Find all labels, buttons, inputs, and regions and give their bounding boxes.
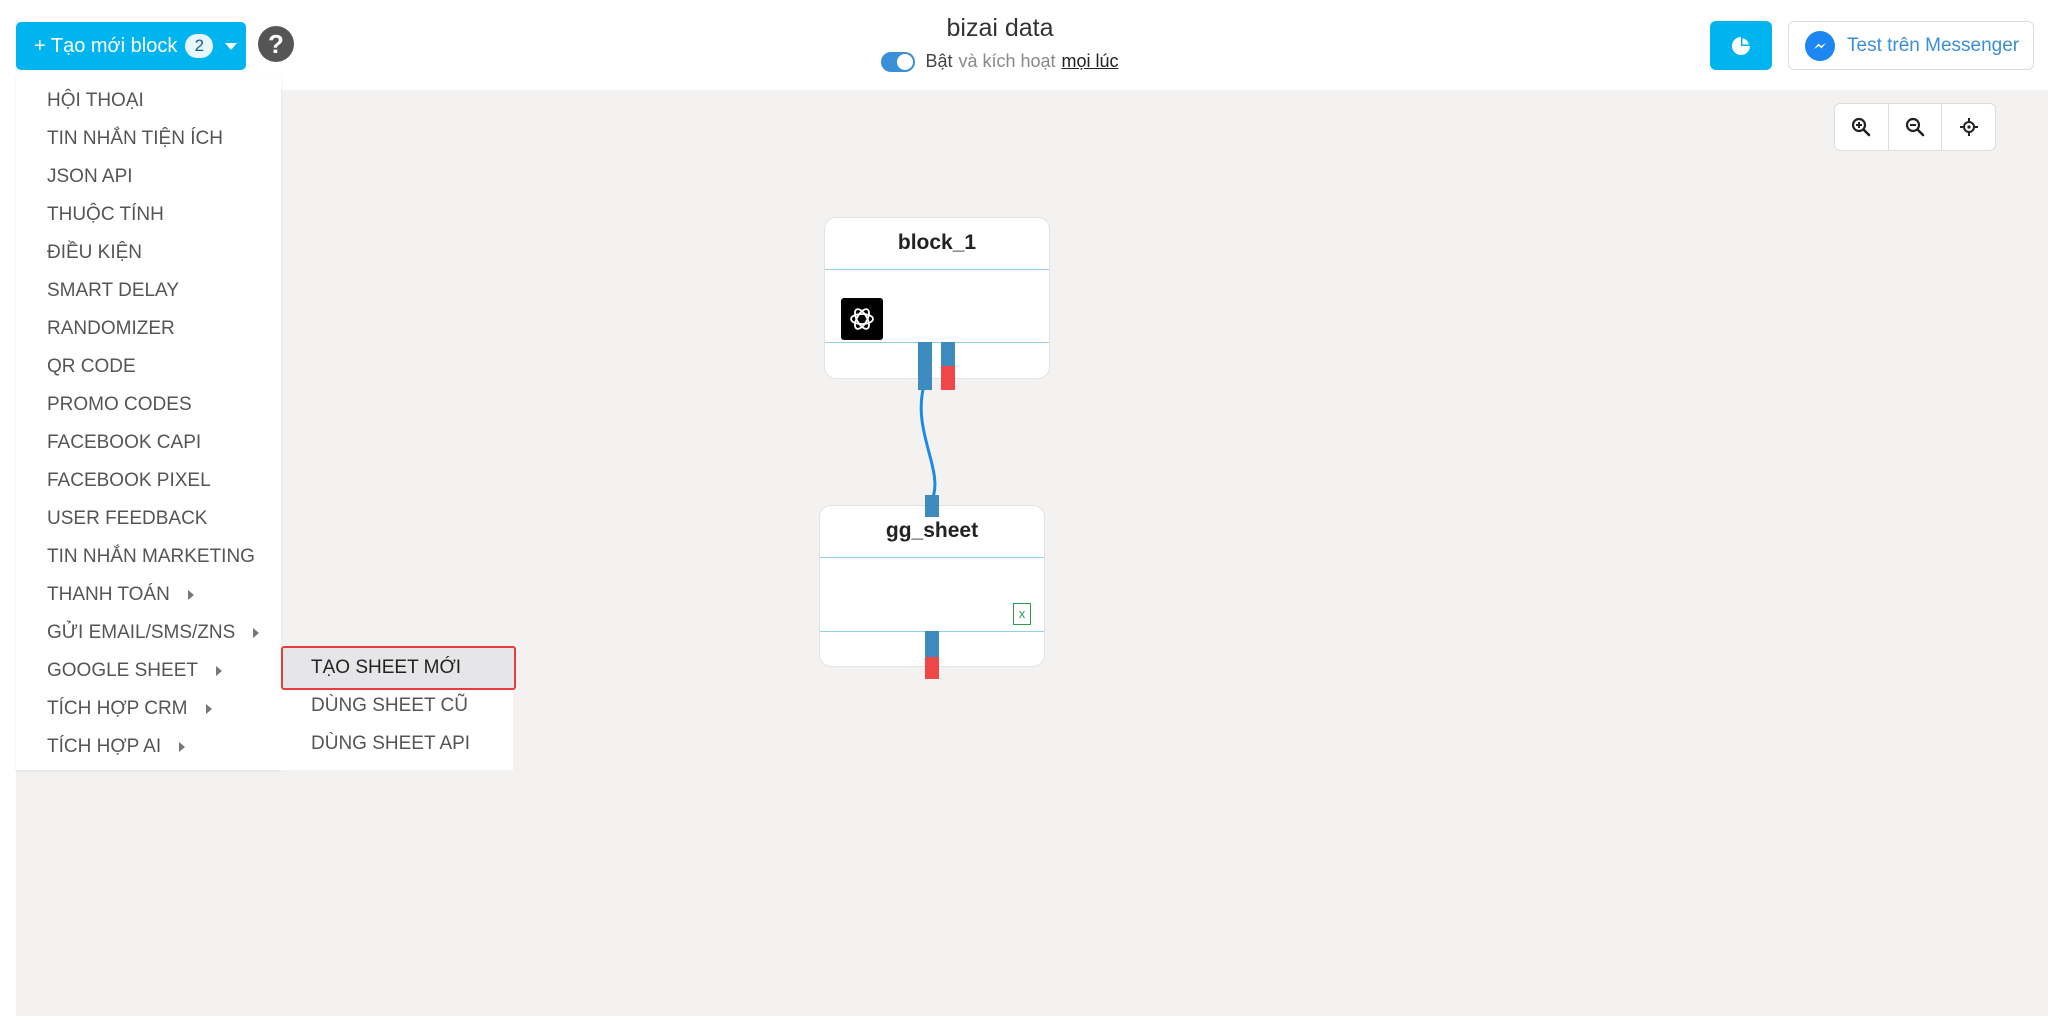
chevron-right-icon (215, 665, 222, 676)
submenu-item-tao-sheet-moi[interactable]: TẠO SHEET MỚI (311, 653, 461, 683)
menu-item-tich-hop-ai[interactable]: TÍCH HỢP AI (47, 732, 186, 762)
crosshair-icon (1959, 118, 1978, 136)
menu-item-tin-nhan-tien-ich[interactable]: TIN NHẮN TIỆN ÍCH (47, 124, 223, 154)
output-port-success[interactable] (918, 342, 932, 390)
schedule-link[interactable]: mọi lúc (1062, 51, 1119, 72)
submenu-item-dung-sheet-api[interactable]: DÙNG SHEET API (311, 729, 470, 759)
menu-item-facebook-pixel[interactable]: FACEBOOK PIXEL (47, 466, 211, 496)
openai-icon (841, 298, 883, 340)
zoom-out-button[interactable] (1889, 104, 1943, 150)
menu-item-hoi-thoai[interactable]: HỘI THOẠI (47, 86, 144, 116)
zoom-in-button[interactable] (1835, 104, 1889, 150)
menu-item-smart-delay[interactable]: SMART DELAY (47, 276, 179, 306)
bot-title-area: bizai data Bật và kích hoạt mọi lúc (800, 14, 1200, 72)
test-messenger-button[interactable]: Test trên Messenger (1788, 21, 2034, 70)
pie-chart-icon (1732, 36, 1750, 55)
menu-item-gui-email[interactable]: GỬI EMAIL/SMS/ZNS (47, 618, 260, 648)
block-count-badge: 2 (185, 34, 214, 58)
chevron-right-icon (187, 589, 194, 600)
menu-item-qr-code[interactable]: QR CODE (47, 352, 136, 382)
output-port-error[interactable] (925, 657, 939, 679)
output-port-alt[interactable] (941, 342, 955, 366)
node-divider (825, 269, 1049, 270)
zoom-in-icon (1852, 117, 1871, 137)
chevron-right-icon (179, 741, 186, 752)
create-block-button[interactable]: + Tạo mới block 2 (16, 22, 246, 70)
chevron-right-icon (253, 627, 260, 638)
messenger-icon (1805, 30, 1835, 61)
chevron-down-icon (225, 42, 238, 50)
create-block-label: + Tạo mới block (34, 34, 178, 57)
menu-item-facebook-capi[interactable]: FACEBOOK CAPI (47, 428, 201, 458)
stats-button[interactable] (1710, 21, 1772, 70)
menu-item-randomizer[interactable]: RANDOMIZER (47, 314, 175, 344)
output-port-success[interactable] (925, 631, 939, 657)
menu-item-promo-codes[interactable]: PROMO CODES (47, 390, 192, 420)
menu-item-google-sheet[interactable]: GOOGLE SHEET (47, 656, 222, 686)
zoom-out-icon (1905, 117, 1925, 137)
menu-item-thuoc-tinh[interactable]: THUỘC TÍNH (47, 200, 164, 230)
active-toggle[interactable] (881, 51, 916, 72)
activation-row: Bật và kích hoạt mọi lúc (800, 51, 1200, 72)
menu-item-thanh-toan[interactable]: THANH TOÁN (47, 580, 194, 610)
menu-item-tin-nhan-marketing[interactable]: TIN NHẮN MARKETING (47, 542, 255, 572)
menu-item-dieu-kien[interactable]: ĐIỀU KIỆN (47, 238, 142, 268)
chevron-right-icon (205, 703, 212, 714)
excel-icon: x (1013, 603, 1031, 625)
test-messenger-label: Test trên Messenger (1847, 34, 2020, 56)
menu-item-tich-hop-crm[interactable]: TÍCH HỢP CRM (47, 694, 212, 724)
node-title: block_1 (897, 231, 977, 254)
help-icon[interactable]: ? (258, 26, 294, 62)
submenu-item-dung-sheet-cu[interactable]: DÙNG SHEET CŨ (311, 691, 468, 721)
output-port-error[interactable] (941, 366, 955, 390)
node-divider (825, 342, 1049, 343)
menu-item-user-feedback[interactable]: USER FEEDBACK (47, 504, 207, 534)
flow-node-block-1[interactable]: block_1 (824, 217, 1050, 379)
node-divider (820, 557, 1044, 558)
zoom-controls (1834, 103, 1996, 151)
page-title: bizai data (946, 14, 1054, 42)
input-port[interactable] (925, 495, 939, 517)
create-block-menu: HỘI THOẠI TIN NHẮN TIỆN ÍCH JSON API THU… (16, 76, 281, 770)
recenter-button[interactable] (1942, 104, 1995, 150)
toggle-mid-text: và kích hoạt (958, 51, 1056, 71)
toggle-label: Bật (925, 51, 953, 71)
menu-item-json-api[interactable]: JSON API (47, 162, 133, 192)
